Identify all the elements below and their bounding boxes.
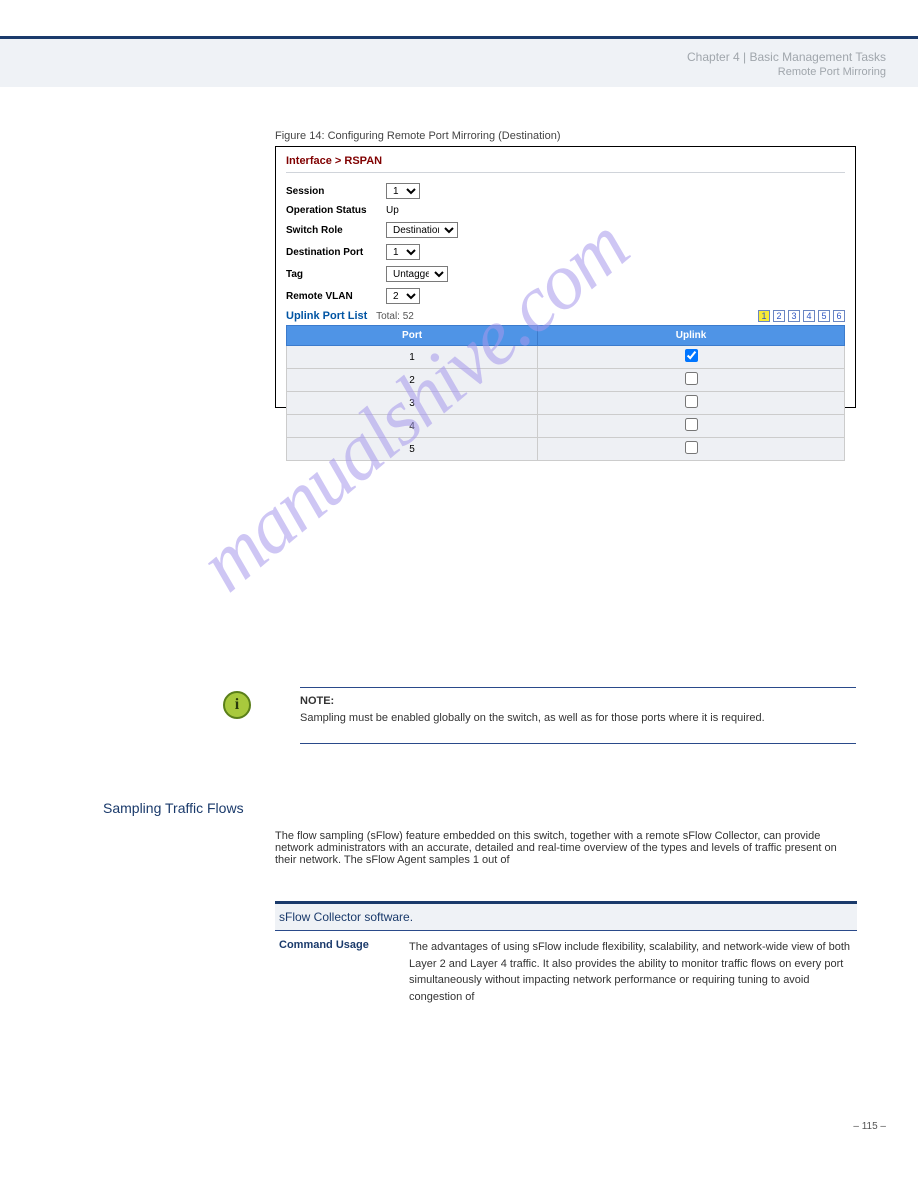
port-table: Port Uplink 1 2 3 4 5 (286, 325, 845, 461)
page-1[interactable]: 1 (758, 310, 770, 322)
flow-table-header: sFlow Collector software. (275, 903, 857, 931)
flow-table: sFlow Collector software. Command Usage … (275, 901, 857, 1013)
page-6[interactable]: 6 (833, 310, 845, 322)
session-label: Session (286, 186, 386, 197)
breadcrumb-a: Interface (286, 155, 332, 167)
table-row: 3 (287, 392, 845, 415)
breadcrumb-separator: > (335, 155, 344, 167)
page-4[interactable]: 4 (803, 310, 815, 322)
port-cell: 2 (287, 369, 538, 392)
page-3[interactable]: 3 (788, 310, 800, 322)
note-icon: i (223, 691, 251, 719)
table-row: 5 (287, 438, 845, 461)
portlist-total: Total: 52 (376, 311, 414, 322)
note-title: NOTE: (300, 695, 334, 707)
uplink-checkbox[interactable] (685, 418, 698, 431)
tag-select[interactable]: Untagged (386, 266, 448, 282)
portlist-label: Uplink Port List (286, 310, 367, 322)
port-cell: 1 (287, 346, 538, 369)
col-uplink: Uplink (538, 326, 845, 346)
figure-caption: Figure 14: Configuring Remote Port Mirro… (275, 130, 561, 142)
section-intro: The flow sampling (sFlow) feature embedd… (275, 830, 857, 866)
uplink-checkbox[interactable] (685, 349, 698, 362)
pagination: 1 2 3 4 5 6 (758, 310, 845, 322)
page-2[interactable]: 2 (773, 310, 785, 322)
table-row: 4 (287, 415, 845, 438)
table-header-row: sFlow Collector software. (275, 903, 857, 931)
chapter-title: Remote Port Mirroring (778, 66, 886, 78)
table-row: 1 (287, 346, 845, 369)
divider (286, 172, 845, 173)
destport-label: Destination Port (286, 247, 386, 258)
breadcrumb-b: RSPAN (344, 155, 382, 167)
table-row: 2 (287, 369, 845, 392)
page-5[interactable]: 5 (818, 310, 830, 322)
remotevlan-select[interactable]: 2 (386, 288, 420, 304)
note-rule-top (300, 687, 856, 688)
table-row: Command Usage The advantages of using sF… (275, 931, 857, 1014)
page-number: – 115 – (853, 1121, 886, 1132)
uplink-checkbox[interactable] (685, 395, 698, 408)
note-body: Sampling must be enabled globally on the… (300, 711, 856, 726)
port-cell: 5 (287, 438, 538, 461)
rspan-screenshot: Interface > RSPAN Session 1 Operation St… (275, 146, 856, 408)
note-rule-bottom (300, 743, 856, 744)
destport-select[interactable]: 1 (386, 244, 420, 260)
port-cell: 4 (287, 415, 538, 438)
command-usage-label: Command Usage (275, 931, 405, 1014)
section-heading: Sampling Traffic Flows (103, 800, 244, 816)
role-label: Switch Role (286, 225, 386, 236)
opstatus-label: Operation Status (286, 205, 386, 216)
uplink-checkbox[interactable] (685, 441, 698, 454)
col-port: Port (287, 326, 538, 346)
role-select[interactable]: Destination (386, 222, 458, 238)
breadcrumb: Interface > RSPAN (286, 155, 845, 172)
remotevlan-label: Remote VLAN (286, 291, 386, 302)
command-usage-body: The advantages of using sFlow include fl… (405, 931, 857, 1014)
tag-label: Tag (286, 269, 386, 280)
opstatus-value: Up (386, 205, 399, 216)
chapter-label: Chapter 4 | Basic Management Tasks (687, 50, 886, 64)
session-select[interactable]: 1 (386, 183, 420, 199)
uplink-checkbox[interactable] (685, 372, 698, 385)
port-cell: 3 (287, 392, 538, 415)
